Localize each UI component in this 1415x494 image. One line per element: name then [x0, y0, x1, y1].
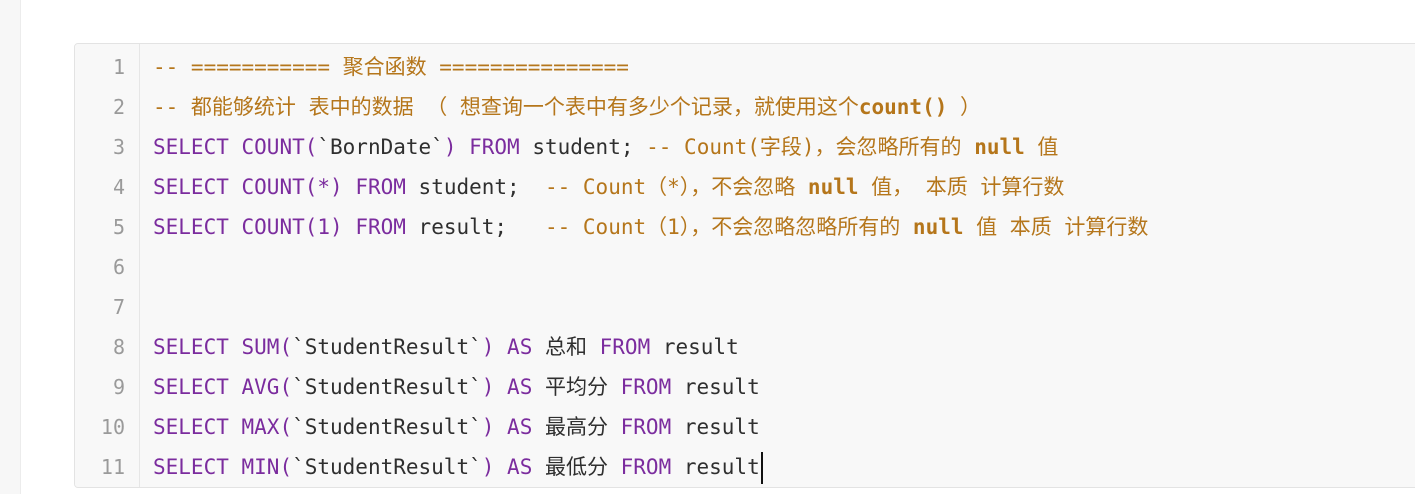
sql-keyword: FROM [620, 415, 672, 439]
code-line-9[interactable]: SELECT AVG(`StudentResult`) AS 平均分 FROM … [153, 367, 1415, 407]
code-area[interactable]: -- =========== 聚合函数 =============== -- 都… [153, 47, 1415, 487]
sql-keyword: SELECT [153, 135, 229, 159]
line-number: 5 [112, 215, 125, 239]
sql-keyword: FROM [355, 175, 406, 199]
sql-punctuation: ) [481, 375, 508, 399]
sql-comment-code: null [807, 175, 859, 199]
code-line-10[interactable]: SELECT MAX(`StudentResult`) AS 最高分 FROM … [153, 407, 1415, 447]
sql-keyword: FROM [469, 135, 520, 159]
sql-function: COUNT(1) [241, 215, 343, 239]
sql-keyword: FROM [355, 215, 406, 239]
sql-alias: 平均分 [532, 375, 621, 399]
sql-keyword: SELECT [153, 455, 229, 479]
sql-punctuation: ) [481, 335, 508, 359]
line-number: 11 [100, 455, 125, 479]
sql-function: MIN( [241, 455, 293, 479]
sql-comment: -- 都能够统计 表中的数据 （ 想查询一个表中有多少个记录，就使用这个 [153, 95, 859, 119]
sql-comment-code: null [974, 135, 1025, 159]
line-number: 10 [100, 415, 125, 439]
code-line-8[interactable]: SELECT SUM(`StudentResult`) AS 总和 FROM r… [153, 327, 1415, 367]
code-editor[interactable]: 1 2 3 4 5 6 7 8 9 10 11 -- =========== 聚… [74, 43, 1415, 488]
sql-punctuation: ) [481, 415, 508, 439]
sql-keyword: FROM [620, 375, 672, 399]
line-number-gutter: 1 2 3 4 5 6 7 8 9 10 11 [75, 44, 139, 487]
sql-comment: -- Count(字段)，会忽略所有的 [646, 135, 975, 159]
sql-keyword: AS [507, 455, 533, 479]
sql-text: result [671, 455, 760, 479]
line-number: 8 [112, 335, 125, 359]
sql-keyword: FROM [620, 455, 672, 479]
sql-keyword: AS [507, 375, 533, 399]
sql-keyword: SELECT [153, 375, 229, 399]
sql-keyword: AS [507, 415, 533, 439]
line-number: 4 [112, 175, 125, 199]
sql-comment-code: null [912, 215, 964, 239]
sql-punctuation: ) [443, 135, 470, 159]
code-line-11[interactable]: SELECT MIN(`StudentResult`) AS 最低分 FROM … [153, 447, 1415, 487]
line-number: 1 [112, 55, 125, 79]
line-number: 2 [112, 95, 125, 119]
sql-text: result [671, 375, 760, 399]
sql-keyword: SELECT [153, 215, 229, 239]
sql-comment: 值 本质 计算行数 [963, 215, 1149, 239]
sql-function: SUM( [241, 335, 293, 359]
sql-identifier: `BornDate` [317, 135, 444, 159]
sql-comment: 值 [1024, 135, 1059, 159]
sql-comment-code: count() [858, 95, 948, 119]
sql-comment: -- Count（1），不会忽略忽略所有的 [544, 215, 913, 239]
sql-function: COUNT(*) [241, 175, 343, 199]
line-number: 3 [112, 135, 125, 159]
sql-alias: 总和 [532, 335, 600, 359]
sql-text: student; [405, 175, 545, 199]
sql-identifier: `StudentResult` [292, 335, 482, 359]
code-line-1[interactable]: -- =========== 聚合函数 =============== [153, 47, 1415, 87]
sql-function: AVG( [241, 375, 293, 399]
sql-function: COUNT( [241, 135, 318, 159]
sql-comment: 值， 本质 计算行数 [858, 175, 1065, 199]
sql-comment: ） [947, 95, 982, 119]
gutter-divider [139, 44, 140, 487]
code-line-7[interactable] [153, 287, 1415, 327]
left-panel-strip [0, 0, 21, 494]
sql-function: MAX( [241, 415, 293, 439]
sql-keyword: SELECT [153, 175, 229, 199]
code-line-5[interactable]: SELECT COUNT(1) FROM result; -- Count（1）… [153, 207, 1415, 247]
sql-text: result; [405, 215, 545, 239]
code-line-6[interactable] [153, 247, 1415, 287]
sql-keyword: SELECT [153, 415, 229, 439]
line-number: 7 [112, 295, 125, 319]
sql-text: result [671, 415, 760, 439]
code-line-2[interactable]: -- 都能够统计 表中的数据 （ 想查询一个表中有多少个记录，就使用这个coun… [153, 87, 1415, 127]
sql-identifier: `StudentResult` [292, 375, 482, 399]
sql-text: student; [519, 135, 647, 159]
sql-comment: -- =========== 聚合函数 =============== [153, 55, 629, 79]
code-line-3[interactable]: SELECT COUNT(`BornDate`) FROM student; -… [153, 127, 1415, 167]
sql-identifier: `StudentResult` [292, 415, 482, 439]
sql-alias: 最高分 [532, 415, 621, 439]
sql-comment: -- Count（*），不会忽略 [544, 175, 808, 199]
line-number: 6 [112, 255, 125, 279]
line-number: 9 [112, 375, 125, 399]
sql-keyword: AS [507, 335, 533, 359]
text-cursor [760, 452, 763, 484]
sql-identifier: `StudentResult` [292, 455, 482, 479]
sql-keyword: SELECT [153, 335, 229, 359]
sql-punctuation: ) [481, 455, 508, 479]
sql-text: result [650, 335, 739, 359]
sql-alias: 最低分 [532, 455, 621, 479]
sql-keyword: FROM [599, 335, 651, 359]
code-line-4[interactable]: SELECT COUNT(*) FROM student; -- Count（*… [153, 167, 1415, 207]
